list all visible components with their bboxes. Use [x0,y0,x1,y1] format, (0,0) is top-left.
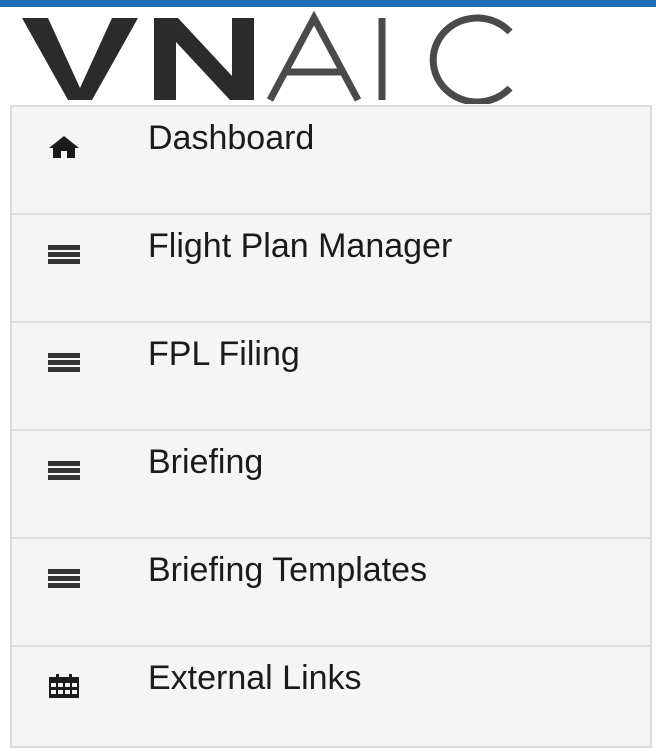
vnaic-logo[interactable] [22,4,542,104]
vnaic-logo-graphic [22,10,513,104]
menu-item-label: Briefing [148,443,264,481]
menu-item-flight-plan-manager[interactable]: Flight Plan Manager [10,213,652,321]
menu-item-fpl-filing[interactable]: FPL Filing [10,321,652,429]
sidebar-menu: Dashboard Flight Plan Manager FPL Filing [10,105,652,748]
list-icon [47,457,81,483]
list-icon [47,349,81,375]
menu-item-external-links[interactable]: External Links [10,645,652,748]
menu-item-label: Briefing Templates [148,551,428,589]
menu-item-label: External Links [148,659,362,697]
calendar-icon [47,673,81,699]
menu-item-label: Flight Plan Manager [148,227,453,265]
list-icon [47,565,81,591]
list-icon [47,241,81,267]
menu-item-label: FPL Filing [148,335,300,373]
menu-item-briefing[interactable]: Briefing [10,429,652,537]
menu-item-dashboard[interactable]: Dashboard [10,105,652,213]
menu-item-label: Dashboard [148,119,315,157]
menu-item-briefing-templates[interactable]: Briefing Templates [10,537,652,645]
home-icon [47,133,81,159]
